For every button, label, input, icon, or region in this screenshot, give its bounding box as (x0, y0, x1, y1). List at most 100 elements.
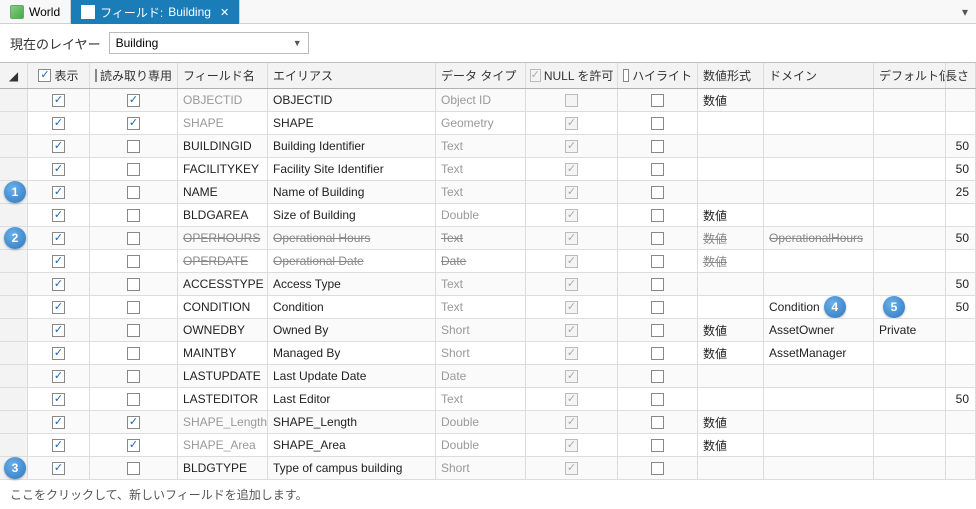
domain-cell[interactable]: OperationalHours (764, 227, 874, 249)
numformat-cell[interactable] (698, 135, 764, 157)
datatype-cell[interactable]: Text (436, 388, 526, 410)
highlight-checkbox[interactable] (651, 462, 664, 475)
alias-cell[interactable]: SHAPE (268, 112, 436, 134)
length-cell[interactable]: 50 (946, 158, 976, 180)
alias-cell[interactable]: Last Editor (268, 388, 436, 410)
default-cell[interactable] (874, 388, 946, 410)
row-handle[interactable] (0, 204, 28, 226)
domain-cell[interactable] (764, 273, 874, 295)
alias-cell[interactable]: Condition (268, 296, 436, 318)
row-handle[interactable] (0, 296, 28, 318)
visible-checkbox[interactable] (52, 324, 65, 337)
alias-cell[interactable]: Building Identifier (268, 135, 436, 157)
highlight-checkbox[interactable] (651, 416, 664, 429)
visible-checkbox[interactable] (52, 416, 65, 429)
visible-checkbox[interactable] (52, 393, 65, 406)
table-row[interactable]: ACCESSTYPE Access Type Text 50 (0, 273, 976, 296)
datatype-cell[interactable]: Double (436, 411, 526, 433)
datatype-cell[interactable]: Short (436, 319, 526, 341)
highlight-checkbox[interactable] (651, 186, 664, 199)
datatype-cell[interactable]: Short (436, 457, 526, 479)
highlight-checkbox[interactable] (651, 117, 664, 130)
add-field-prompt[interactable]: ここをクリックして、新しいフィールドを追加します。 (0, 480, 976, 509)
row-handle[interactable] (0, 273, 28, 295)
length-cell[interactable]: 25 (946, 181, 976, 203)
domain-cell[interactable] (764, 388, 874, 410)
highlight-checkbox[interactable] (651, 140, 664, 153)
field-name-cell[interactable]: SHAPE_Area (178, 434, 268, 456)
readonly-checkbox[interactable] (127, 301, 140, 314)
readonly-checkbox[interactable] (127, 278, 140, 291)
numformat-cell[interactable] (698, 158, 764, 180)
table-row[interactable]: SHAPE_Area SHAPE_Area Double 数値 (0, 434, 976, 457)
field-name-cell[interactable]: OWNEDBY (178, 319, 268, 341)
datatype-cell[interactable]: Text (436, 158, 526, 180)
default-cell[interactable] (874, 365, 946, 387)
datatype-cell[interactable]: Text (436, 273, 526, 295)
readonly-checkbox[interactable] (127, 462, 140, 475)
domain-cell[interactable] (764, 365, 874, 387)
datatype-cell[interactable]: Double (436, 204, 526, 226)
length-cell[interactable] (946, 89, 976, 111)
numformat-cell[interactable] (698, 273, 764, 295)
visible-checkbox[interactable] (52, 209, 65, 222)
row-handle[interactable] (0, 112, 28, 134)
field-name-cell[interactable]: BLDGAREA (178, 204, 268, 226)
datatype-cell[interactable]: Geometry (436, 112, 526, 134)
length-cell[interactable] (946, 250, 976, 272)
datatype-cell[interactable]: Text (436, 135, 526, 157)
default-cell[interactable] (874, 342, 946, 364)
length-cell[interactable]: 50 (946, 296, 976, 318)
visible-checkbox[interactable] (52, 94, 65, 107)
domain-cell[interactable] (764, 250, 874, 272)
numformat-cell[interactable] (698, 457, 764, 479)
field-name-cell[interactable]: LASTEDITOR (178, 388, 268, 410)
domain-cell[interactable] (764, 181, 874, 203)
table-row[interactable]: OWNEDBY Owned By Short 数値 AssetOwner Pri… (0, 319, 976, 342)
row-handle[interactable] (0, 365, 28, 387)
col-null[interactable]: NULL を許可 (526, 63, 618, 88)
length-cell[interactable] (946, 411, 976, 433)
field-name-cell[interactable]: BUILDINGID (178, 135, 268, 157)
numformat-cell[interactable]: 数値 (698, 319, 764, 341)
col-domain[interactable]: ドメイン (764, 63, 874, 88)
visible-checkbox[interactable] (52, 439, 65, 452)
visible-checkbox[interactable] (52, 370, 65, 383)
field-name-cell[interactable]: FACILITYKEY (178, 158, 268, 180)
domain-cell[interactable] (764, 89, 874, 111)
length-cell[interactable] (946, 457, 976, 479)
highlight-checkbox[interactable] (651, 255, 664, 268)
domain-cell[interactable]: AssetOwner (764, 319, 874, 341)
alias-cell[interactable]: Last Update Date (268, 365, 436, 387)
numformat-cell[interactable] (698, 181, 764, 203)
field-name-cell[interactable]: SHAPE_Length (178, 411, 268, 433)
datatype-cell[interactable]: Date (436, 250, 526, 272)
table-row[interactable]: SHAPE_Length SHAPE_Length Double 数値 (0, 411, 976, 434)
layer-select[interactable]: Building ▼ (109, 32, 309, 54)
readonly-checkbox[interactable] (127, 324, 140, 337)
domain-cell[interactable] (764, 434, 874, 456)
visible-checkbox[interactable] (52, 301, 65, 314)
highlight-checkbox[interactable] (651, 393, 664, 406)
row-handle[interactable] (0, 388, 28, 410)
col-readonly[interactable]: 読み取り専用 (90, 63, 178, 88)
corner-cell[interactable]: ◢ (0, 63, 28, 88)
field-name-cell[interactable]: BLDGTYPE (178, 457, 268, 479)
length-cell[interactable] (946, 434, 976, 456)
col-alias[interactable]: エイリアス (268, 63, 436, 88)
alias-cell[interactable]: Operational Date (268, 250, 436, 272)
table-row[interactable]: 1 NAME Name of Building Text 25 (0, 181, 976, 204)
col-default[interactable]: デフォルト値 (874, 63, 946, 88)
readonly-checkbox[interactable] (127, 117, 140, 130)
numformat-cell[interactable] (698, 112, 764, 134)
table-row[interactable]: FACILITYKEY Facility Site Identifier Tex… (0, 158, 976, 181)
alias-cell[interactable]: Type of campus building (268, 457, 436, 479)
visible-checkbox[interactable] (52, 140, 65, 153)
alias-cell[interactable]: Facility Site Identifier (268, 158, 436, 180)
numformat-cell[interactable]: 数値 (698, 89, 764, 111)
visible-checkbox[interactable] (52, 163, 65, 176)
close-icon[interactable]: ✕ (220, 6, 229, 19)
length-cell[interactable]: 50 (946, 273, 976, 295)
highlight-checkbox[interactable] (651, 347, 664, 360)
alias-cell[interactable]: Owned By (268, 319, 436, 341)
